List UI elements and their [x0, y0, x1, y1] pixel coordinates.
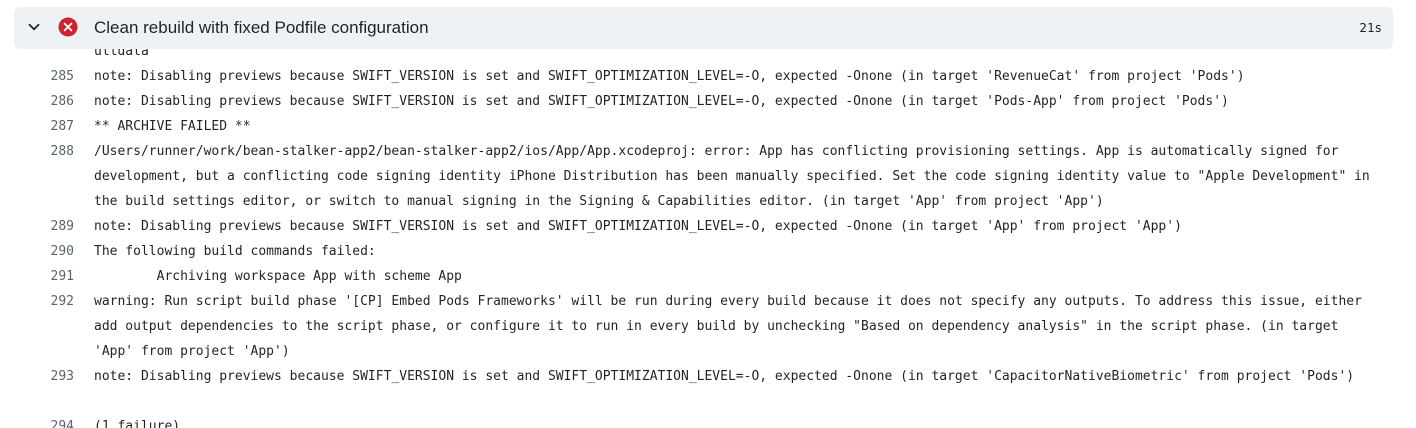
- log-line-text: note: Disabling previews because SWIFT_V…: [94, 369, 1355, 384]
- log-line-number[interactable]: 292: [51, 289, 74, 314]
- log-line: 286 note: Disabling previews because SWI…: [0, 89, 1416, 114]
- log-line: 289 note: Disabling previews because SWI…: [0, 214, 1416, 239]
- log-line-number[interactable]: 286: [51, 89, 74, 114]
- log-line-number[interactable]: 291: [51, 264, 74, 289]
- log-line-number[interactable]: 293: [51, 364, 74, 389]
- log-line: 294 (1 failure): [0, 414, 1416, 428]
- log-line-number[interactable]: 288: [51, 139, 74, 164]
- step-title: Clean rebuild with fixed Podfile configu…: [94, 18, 429, 37]
- log-line: 288 /Users/runner/work/bean-stalker-app2…: [0, 139, 1416, 214]
- log-line-text: The following build commands failed:: [94, 244, 376, 259]
- log-line-number[interactable]: 290: [51, 239, 74, 264]
- chevron-down-icon[interactable]: [26, 19, 42, 35]
- x-circle-fill-icon: [58, 17, 78, 37]
- log-line-text: note: Disabling previews because SWIFT_V…: [94, 219, 1182, 234]
- log-line: 291 Archiving workspace App with scheme …: [0, 264, 1416, 289]
- log-line-text: Archiving workspace App with scheme App: [94, 269, 462, 284]
- log-line-text: /Users/runner/work/bean-stalker-app2/bea…: [94, 144, 1378, 209]
- log-line-text: (1 failure): [94, 419, 181, 428]
- step-duration: 21s: [1359, 20, 1382, 35]
- log-line-text: warning: Run script build phase '[CP] Em…: [94, 294, 1370, 359]
- log-line-text: note: Disabling previews because SWIFT_V…: [94, 94, 1229, 109]
- log-line: 290 The following build commands failed:: [0, 239, 1416, 264]
- log-line: 293 note: Disabling previews because SWI…: [0, 364, 1416, 414]
- step-header[interactable]: Clean rebuild with fixed Podfile configu…: [14, 7, 1393, 49]
- log-line-text: note: Disabling previews because SWIFT_V…: [94, 69, 1245, 84]
- log-line-text: ** ARCHIVE FAILED **: [94, 119, 251, 134]
- log-line: 287 ** ARCHIVE FAILED **: [0, 114, 1416, 139]
- log-line-number[interactable]: 294: [51, 414, 74, 428]
- log-line: 292 warning: Run script build phase '[CP…: [0, 289, 1416, 364]
- log-line-number[interactable]: 287: [51, 114, 74, 139]
- log-line-number[interactable]: 289: [51, 214, 74, 239]
- log-output: ulldata 285 note: Disabling previews bec…: [0, 0, 1416, 428]
- log-line: 285 note: Disabling previews because SWI…: [0, 64, 1416, 89]
- log-line-number[interactable]: 285: [51, 64, 74, 89]
